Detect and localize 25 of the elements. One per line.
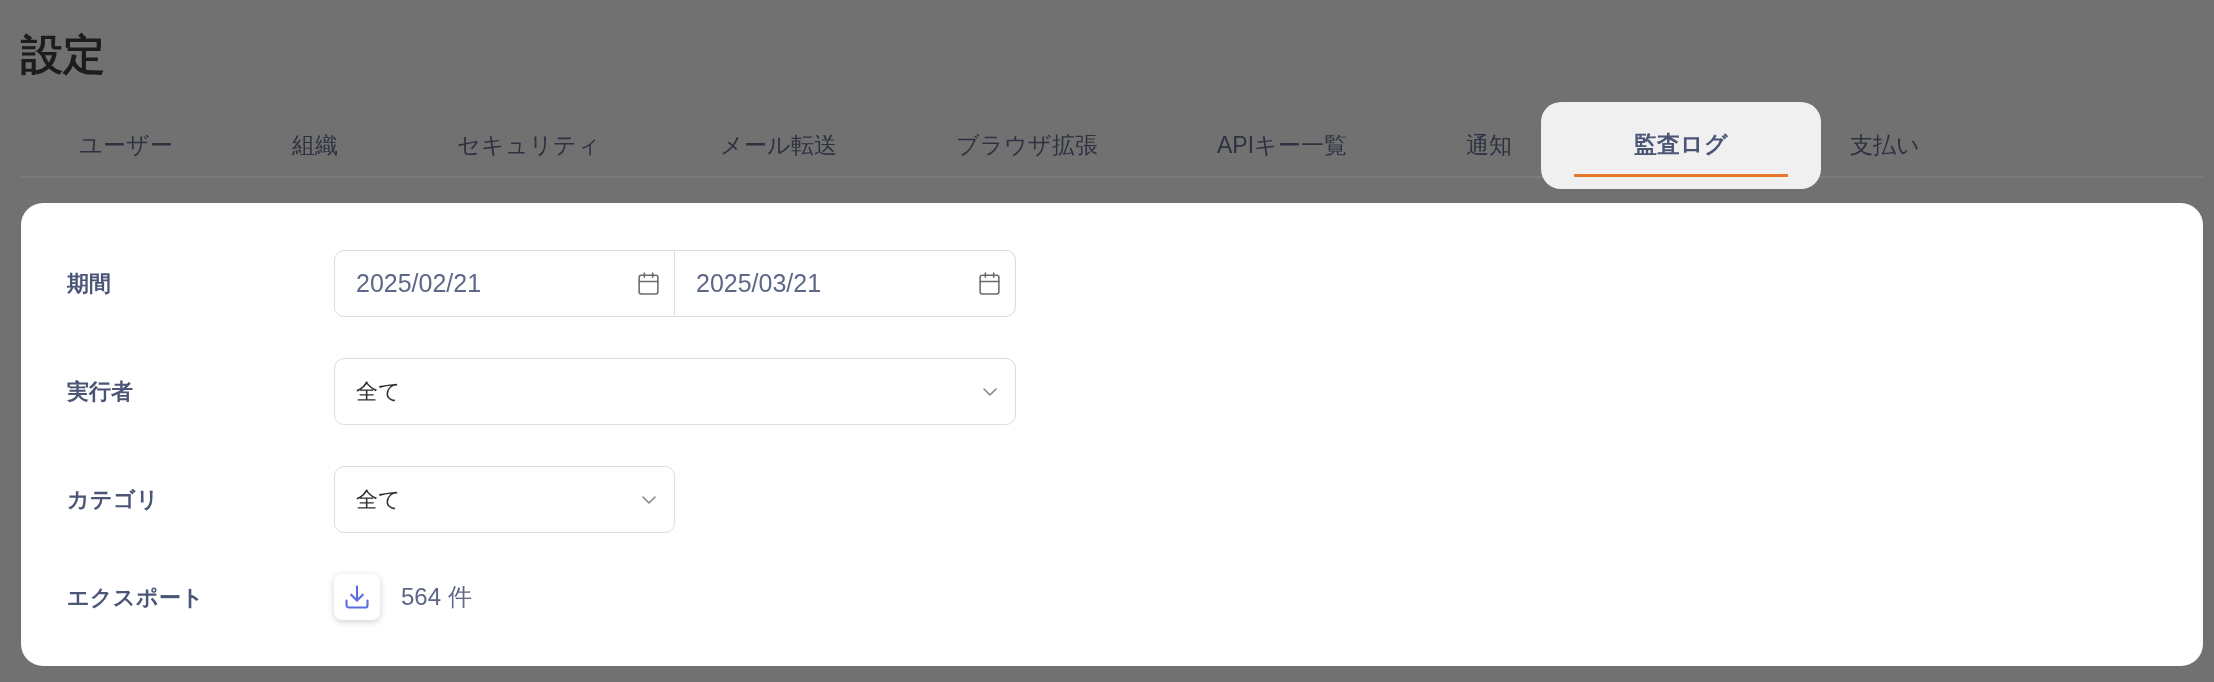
record-count: 564 件 (401, 582, 472, 612)
field-label: 実行者 (67, 378, 133, 406)
tab[interactable]: ブラウザ拡張 (929, 114, 1125, 176)
tab[interactable]: 組織 (265, 114, 365, 176)
date-field[interactable]: 2025/02/21 (334, 250, 675, 317)
calendar-icon (636, 271, 661, 296)
date-field[interactable]: 2025/03/21 (675, 250, 1016, 317)
select-field[interactable]: 全て (334, 466, 675, 533)
calendar-icon (977, 271, 1002, 296)
chevron-down-icon (983, 387, 997, 396)
tab[interactable]: セキュリティ (430, 114, 628, 176)
field-label: エクスポート (67, 583, 204, 612)
field-label: 期間 (67, 270, 111, 298)
tab[interactable]: メール転送 (693, 114, 864, 176)
page-title: 設定 (21, 30, 105, 80)
download-button[interactable] (334, 574, 380, 620)
chevron-down-icon (642, 495, 656, 504)
tab[interactable]: 支払い (1823, 114, 1948, 176)
tab[interactable]: APIキー一覧 (1190, 114, 1375, 176)
tab[interactable]: 通知 (1439, 114, 1540, 176)
download-icon (343, 583, 371, 611)
select-field[interactable]: 全て (334, 358, 1016, 425)
tab[interactable]: ユーザー (52, 114, 200, 176)
tab[interactable]: 監査ログ (1541, 102, 1822, 189)
field-label: カテゴリ (67, 486, 159, 514)
